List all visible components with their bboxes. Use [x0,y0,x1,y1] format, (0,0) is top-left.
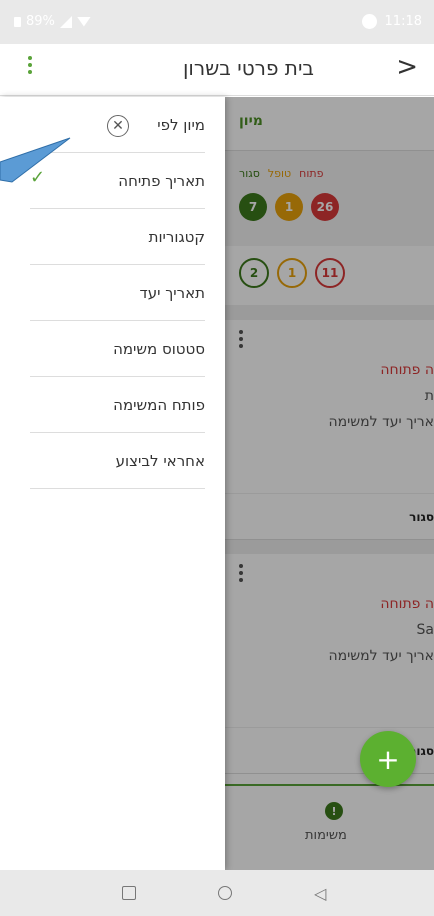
battery-icon [14,16,21,27]
add-task-button[interactable]: + [360,731,416,787]
system-nav-bar: ◁ [0,870,434,916]
home-icon[interactable] [218,886,232,900]
sort-option-label: קטגוריות [148,228,205,246]
sort-option-label: תאריך יעד [139,284,205,302]
close-drawer-icon[interactable]: ✕ [107,115,129,137]
sort-option-label: סטטוס משימה [113,340,205,358]
page-title: בית פרטי בשרון [182,56,314,80]
sort-option-label: פותח המשימה [113,396,205,414]
status-time: 11:18 [384,14,422,29]
battery-percent: 89% [26,14,55,29]
back-nav-icon[interactable]: ◁ [314,884,326,903]
signal-icon [59,15,72,28]
status-bar: 89% 11:18 [0,0,434,44]
sort-option-categories[interactable]: קטגוריות [30,209,205,265]
back-button[interactable]: > [396,52,418,82]
alarm-icon [361,14,377,29]
sort-drawer-title: מיון לפי [157,116,205,134]
wifi-icon [76,16,91,27]
sort-option-task-status[interactable]: סטטוס משימה [30,321,205,377]
recents-icon[interactable] [122,886,136,900]
sort-option-label: אחראי לביצוע [115,452,205,470]
app-bar: בית פרטי בשרון > [0,44,434,96]
sort-option-due-date[interactable]: תאריך יעד [30,265,205,321]
sort-option-label: תאריך פתיחה [118,172,205,190]
overflow-menu-icon[interactable] [28,56,32,74]
sort-option-task-opener[interactable]: פותח המשימה [30,377,205,433]
sort-drawer: ✕ מיון לפי ✓ תאריך פתיחה קטגוריות תאריך … [0,97,225,870]
annotation-arrow [0,137,71,183]
sort-option-assignee[interactable]: אחראי לביצוע [30,433,205,489]
